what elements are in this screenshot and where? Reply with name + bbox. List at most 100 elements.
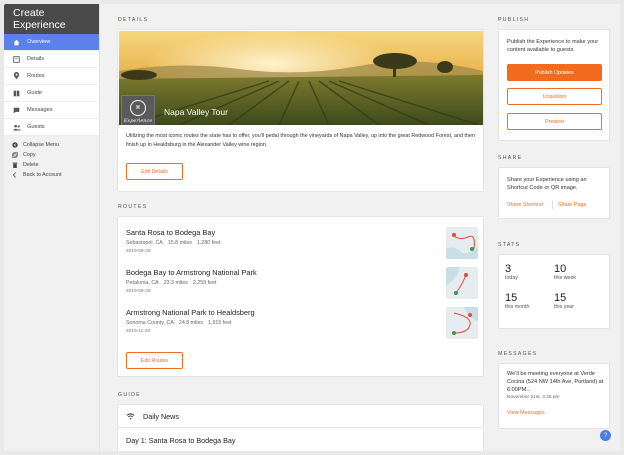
sub-item-label: Delete — [23, 162, 39, 168]
logo-text: Experience — [123, 118, 153, 124]
route-title: Bodega Bay to Armstrong National Park — [126, 268, 257, 277]
sidebar-nav: Overview Details Routes Guide Messages G… — [4, 34, 99, 136]
guide-item-daily-news[interactable]: Daily News — [118, 405, 483, 428]
guide-item-day-1[interactable]: Day 1: Santa Rosa to Bodega Bay — [118, 429, 483, 451]
share-section-label: SHARE — [498, 155, 523, 161]
route-map-thumbnail[interactable] — [446, 267, 478, 299]
sidebar-item-guide[interactable]: Guide — [4, 85, 99, 102]
share-text: Share your Experience using an Shortcut … — [507, 177, 587, 191]
experience-logo: ⌘ Experience — [121, 95, 155, 125]
route-date: 2019-09-29 — [126, 249, 151, 254]
divider — [552, 201, 553, 209]
message-date: November 21st, 4:25 pm — [507, 395, 560, 400]
stats-section-label: STATS — [498, 242, 521, 248]
collapse-menu-button[interactable]: Collapse Menu — [4, 140, 99, 150]
share-card: Share your Experience using an Shortcut … — [498, 167, 610, 219]
sidebar-item-messages[interactable]: Messages — [4, 102, 99, 119]
sidebar-item-routes[interactable]: Routes — [4, 68, 99, 85]
hero-image: ⌘ Experience Napa Valley Tour — [119, 31, 483, 125]
sidebar-item-label: Routes — [27, 73, 45, 79]
unpublish-button[interactable]: Unpublish — [507, 88, 602, 105]
sidebar-item-label: Overview — [27, 39, 51, 45]
logo-emblem: ⌘ — [130, 100, 146, 116]
routes-section-label: ROUTES — [118, 204, 148, 210]
stat-value: 15 — [554, 292, 567, 304]
route-item[interactable]: Bodega Bay to Armstrong National Park Pe… — [126, 268, 478, 294]
route-distance: 15.8 miles — [167, 240, 192, 246]
routes-card: Santa Rosa to Bodega Bay Sebastopol, CA 1… — [117, 216, 484, 377]
sidebar-item-label: Messages — [27, 107, 53, 113]
stat-label: today — [505, 275, 518, 281]
share-shortcut-link[interactable]: Share Shortcut — [507, 202, 543, 208]
copy-button[interactable]: Copy — [4, 150, 99, 160]
experience-description: Utilizing the most iconic routes the sta… — [126, 133, 475, 148]
route-title: Santa Rosa to Bodega Bay — [126, 228, 216, 237]
publish-updates-button[interactable]: Publish Updates — [507, 64, 602, 81]
publish-section-label: PUBLISH — [498, 17, 530, 23]
wifi-icon — [126, 412, 135, 420]
sidebar: Create Experience Overview Details Route… — [4, 4, 100, 451]
sidebar-item-overview[interactable]: Overview — [4, 34, 99, 51]
sub-item-label: Back to Account — [23, 172, 62, 178]
route-location: Petaluma, CA — [126, 280, 159, 286]
stat-this-year: 15 this year — [554, 292, 574, 310]
route-map-thumbnail[interactable] — [446, 307, 478, 339]
collapse-icon — [10, 142, 19, 148]
stat-value: 15 — [505, 292, 518, 304]
route-meta: Sebastopol, CA 15.8 miles 1,280 feet — [126, 240, 478, 246]
home-icon — [12, 39, 21, 46]
app-window: Create Experience Overview Details Route… — [4, 4, 620, 451]
route-distance: 23.3 miles — [163, 280, 188, 286]
edit-routes-button[interactable]: Edit Routes — [126, 352, 183, 369]
route-map-thumbnail[interactable] — [446, 227, 478, 259]
stat-label: this week — [554, 275, 577, 281]
chevron-left-icon — [10, 172, 19, 178]
share-page-link[interactable]: Share Page — [558, 202, 586, 208]
experience-title: Napa Valley Tour — [164, 107, 228, 117]
sidebar-item-label: Guests — [27, 124, 45, 130]
details-section-label: DETAILS — [118, 17, 149, 23]
stat-label: this year — [554, 304, 575, 310]
book-icon — [12, 90, 21, 97]
route-item[interactable]: Armstrong National Park to Healdsberg So… — [126, 308, 478, 334]
guests-icon — [12, 124, 21, 131]
stats-card: 3 today 10 this week 15 this month 15 th… — [498, 254, 610, 329]
pin-icon — [12, 72, 21, 80]
details-icon — [12, 55, 21, 63]
messages-card: We'll be meeting everyone at Verde Cocin… — [498, 363, 610, 429]
preview-button[interactable]: Preview — [507, 113, 602, 130]
sidebar-item-guests[interactable]: Guests — [4, 119, 99, 136]
trash-icon — [10, 162, 19, 168]
sidebar-item-label: Guide — [27, 90, 42, 96]
message-preview: We'll be meeting everyone at Verde Cocin… — [507, 371, 604, 393]
route-elevation: 1,280 feet — [196, 240, 221, 246]
stat-this-month: 15 this month — [505, 292, 529, 310]
stat-value: 10 — [554, 263, 567, 275]
route-title: Armstrong National Park to Healdsberg — [126, 308, 255, 317]
guide-item-label: Day 1: Santa Rosa to Bodega Bay — [126, 436, 236, 445]
guide-item-label: Daily News — [143, 411, 179, 421]
sidebar-title: Create Experience — [4, 4, 99, 34]
edit-details-button[interactable]: Edit Details — [126, 163, 183, 180]
stat-this-week: 10 this week — [554, 263, 576, 281]
view-messages-link[interactable]: View Messages — [507, 410, 545, 416]
route-meta: Petaluma, CA 23.3 miles 2,259 feet — [126, 280, 478, 286]
help-icon: ? — [603, 432, 608, 439]
sub-item-label: Copy — [23, 152, 36, 158]
route-elevation: 2,259 feet — [192, 280, 217, 286]
sidebar-item-details[interactable]: Details — [4, 51, 99, 68]
route-elevation: 1,915 feet — [208, 320, 232, 326]
publish-card: Publish the Experience to make your cont… — [498, 29, 610, 141]
stat-today: 3 today — [505, 263, 518, 281]
sub-item-label: Collapse Menu — [23, 142, 59, 148]
route-date: 2019-09-29 — [126, 289, 151, 294]
back-to-account-link[interactable]: Back to Account — [4, 170, 99, 180]
chat-icon — [12, 107, 21, 114]
stat-label: this month — [505, 304, 530, 310]
help-button[interactable]: ? — [600, 430, 611, 441]
messages-section-label: MESSAGES — [498, 351, 538, 357]
details-card: ⌘ Experience Napa Valley Tour Utilizing … — [117, 29, 484, 192]
guide-card: Daily News Day 1: Santa Rosa to Bodega B… — [117, 404, 484, 451]
route-item[interactable]: Santa Rosa to Bodega Bay Sebastopol, CA 1… — [126, 228, 478, 254]
delete-button[interactable]: Delete — [4, 160, 99, 170]
